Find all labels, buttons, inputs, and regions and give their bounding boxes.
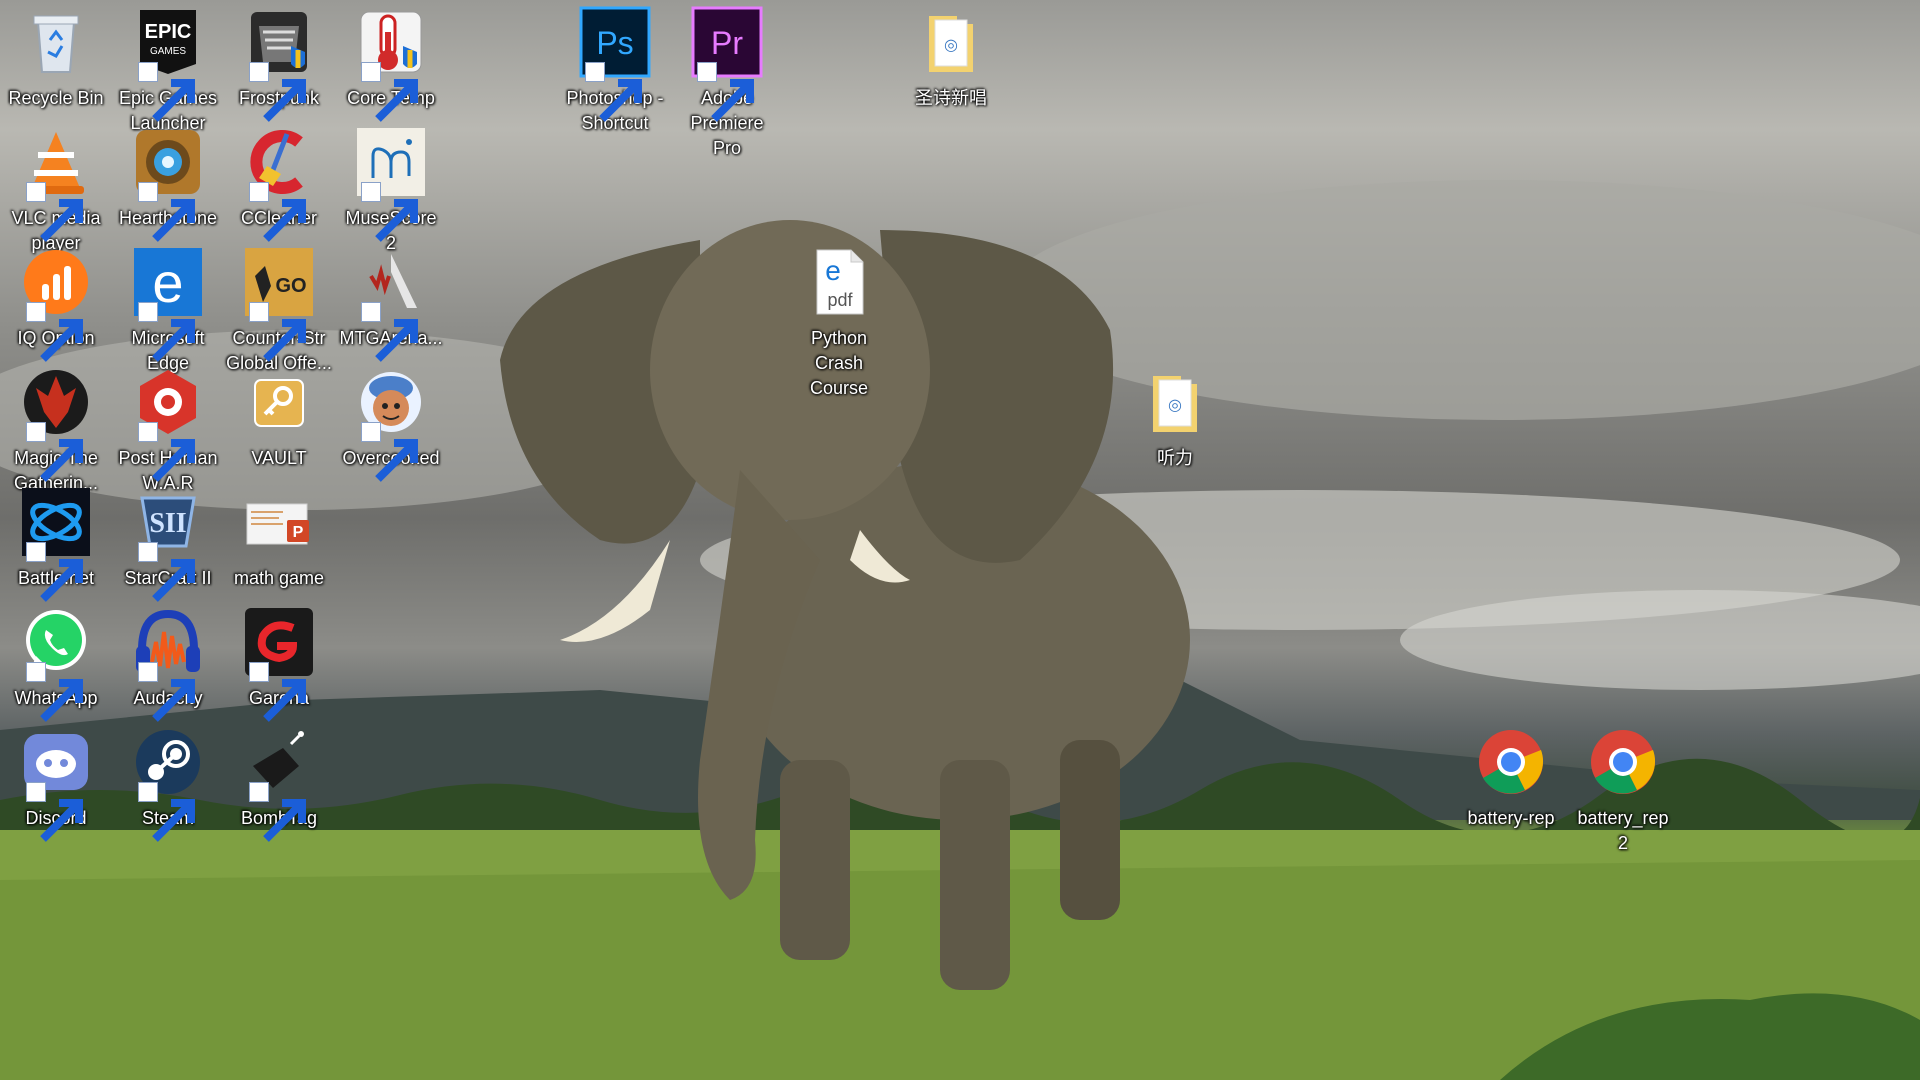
desktop-icon-python-crash-course[interactable]: e pdf Python Crash Course (784, 240, 894, 398)
vault-icon (243, 366, 315, 438)
chrome-html-icon (1475, 726, 1547, 798)
photoshop-icon: Ps (579, 6, 651, 122)
shortcut-arrow-icon (138, 62, 195, 122)
desktop-icon-folder-tingli[interactable]: ◎ 听力 (1120, 360, 1230, 506)
shortcut-arrow-icon (361, 302, 418, 362)
shortcut-arrow-icon (138, 662, 195, 722)
steam-icon (132, 726, 204, 842)
core-temp-icon (355, 6, 427, 122)
svg-text:◎: ◎ (944, 35, 958, 54)
bombtag-icon (243, 726, 315, 842)
pdf-file-icon: e pdf (803, 246, 875, 318)
shortcut-arrow-icon (361, 62, 418, 122)
svg-text:pdf: pdf (827, 290, 853, 310)
starcraft-icon: SII (132, 486, 204, 602)
icon-label: 听力 (1157, 448, 1193, 468)
shortcut-arrow-icon (138, 422, 195, 482)
recycle-bin-icon (20, 6, 92, 78)
shortcut-arrow-icon (138, 182, 195, 242)
shortcut-arrow-icon (138, 782, 195, 842)
shortcut-arrow-icon (26, 182, 83, 242)
desktop-icon-premiere[interactable]: Pr Adobe Premiere Pro (672, 0, 782, 158)
svg-text:SII: SII (149, 508, 186, 539)
shortcut-arrow-icon (249, 662, 306, 722)
post-human-icon (132, 366, 204, 482)
desktop-icon-steam[interactable]: Steam (113, 720, 223, 866)
svg-text:Ps: Ps (596, 25, 633, 61)
discord-icon (20, 726, 92, 842)
desktop-icon-bombtag[interactable]: BombTag (224, 720, 334, 866)
battlenet-icon (20, 486, 92, 602)
desktop-icon-battery-rep[interactable]: battery-rep (1456, 720, 1566, 866)
audacity-icon (132, 606, 204, 722)
musescore-icon (355, 126, 427, 242)
icon-label: battery-rep (1467, 808, 1555, 828)
svg-text:Pr: Pr (711, 25, 743, 61)
shortcut-arrow-icon (26, 302, 83, 362)
icon-label: battery_rep 2 (1577, 808, 1669, 853)
iq-option-icon (20, 246, 92, 362)
shortcut-arrow-icon (26, 422, 83, 482)
svg-text:GAMES: GAMES (150, 46, 186, 57)
whatsapp-icon (20, 606, 92, 722)
desktop-icon-photoshop[interactable]: Ps Photoshop - Shortcut (560, 0, 670, 146)
magic-gathering-icon (20, 366, 92, 482)
frostpunk-icon (243, 6, 315, 122)
shortcut-arrow-icon (138, 302, 195, 362)
desktop-icon-discord[interactable]: Discord (1, 720, 111, 866)
edge-icon: e (132, 246, 204, 362)
garena-icon (243, 606, 315, 722)
icon-label: 圣诗新唱 (915, 88, 987, 108)
shortcut-arrow-icon (697, 62, 754, 122)
mtg-arena-icon (355, 246, 427, 362)
icon-label: math game (233, 568, 325, 588)
svg-text:e: e (825, 255, 841, 286)
shortcut-arrow-icon (26, 782, 83, 842)
shortcut-arrow-icon (361, 182, 418, 242)
hearthstone-icon (132, 126, 204, 242)
desktop-icon-folder-shengshi[interactable]: ◎ 圣诗新唱 (896, 0, 1006, 146)
icon-label: Python Crash Course (809, 328, 869, 398)
desktop[interactable]: Recycle Bin VLC media player IQ Option M… (0, 0, 1920, 1080)
svg-text:GO: GO (275, 275, 306, 297)
shortcut-arrow-icon (138, 542, 195, 602)
svg-text:P: P (293, 524, 304, 541)
ccleaner-icon (243, 126, 315, 242)
svg-text:◎: ◎ (1168, 395, 1182, 414)
shortcut-arrow-icon (26, 542, 83, 602)
shortcut-arrow-icon (249, 182, 306, 242)
desktop-icon-overcooked[interactable]: Overcooked (336, 360, 446, 506)
chrome-html-icon (1587, 726, 1659, 798)
shortcut-arrow-icon (585, 62, 642, 122)
svg-text:EPIC: EPIC (145, 21, 192, 43)
powerpoint-file-icon: P (243, 486, 315, 558)
folder-icon: ◎ (915, 6, 987, 78)
shortcut-arrow-icon (361, 422, 418, 482)
desktop-icon-battery-rep-2[interactable]: battery_rep 2 (1568, 720, 1678, 866)
epic-games-icon: EPIC GAMES (132, 6, 204, 122)
csgo-icon: GO (243, 246, 315, 362)
vlc-icon (20, 126, 92, 242)
shortcut-arrow-icon (26, 662, 83, 722)
shortcut-arrow-icon (249, 782, 306, 842)
icon-label: Recycle Bin (8, 88, 104, 108)
premiere-icon: Pr (691, 6, 763, 122)
shortcut-arrow-icon (249, 302, 306, 362)
overcooked-icon (355, 366, 427, 482)
icon-label: VAULT (251, 448, 307, 468)
folder-icon: ◎ (1139, 366, 1211, 438)
shortcut-arrow-icon (249, 62, 306, 122)
